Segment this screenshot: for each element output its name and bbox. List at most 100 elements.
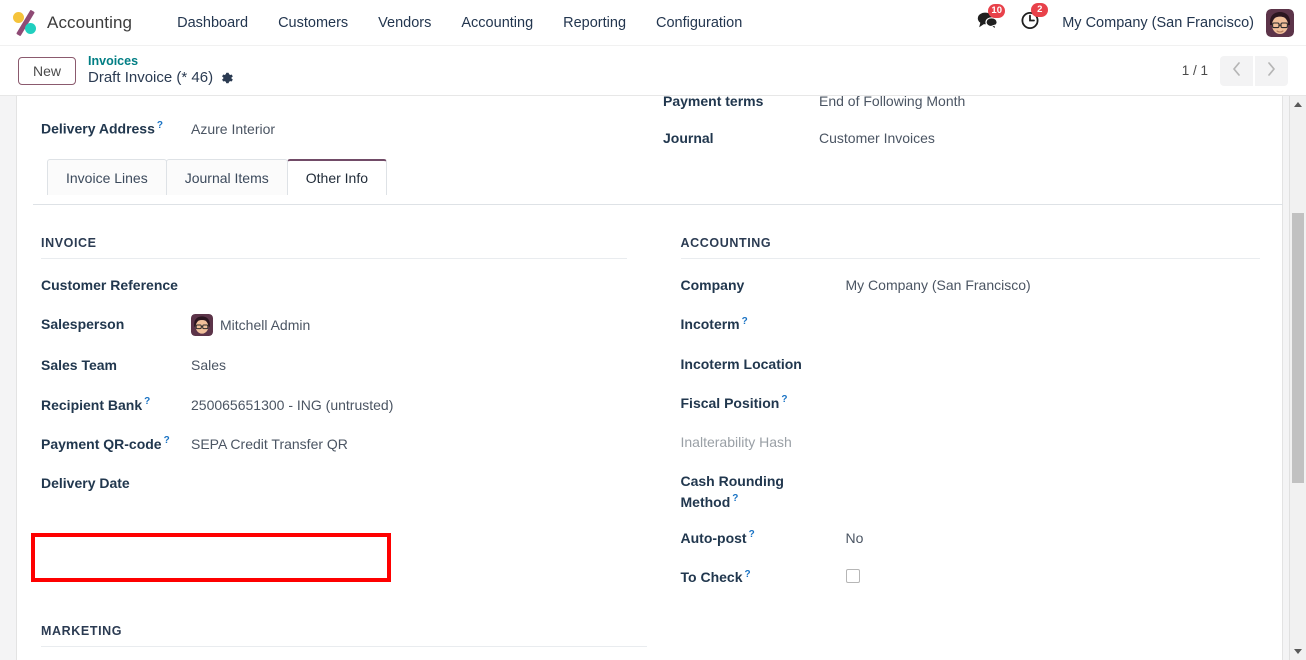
invoice-section-title: INVOICE [41, 236, 627, 259]
field-delivery-address-value[interactable]: Azure Interior [191, 121, 275, 137]
pager: 1 / 1 [1181, 55, 1306, 86]
breadcrumb-invoices-link[interactable]: Invoices [88, 54, 234, 69]
new-button[interactable]: New [18, 56, 77, 85]
marketing-section: MARKETING [41, 624, 647, 660]
field-journal-label: Journal [663, 130, 714, 146]
field-incoterm: Incoterm? [681, 314, 1261, 334]
field-payment-qr-code-label: Payment QR-code? [41, 435, 170, 452]
field-to-check-value [845, 567, 1261, 584]
gear-icon[interactable] [220, 71, 234, 85]
tab-divider [33, 204, 1283, 205]
menu-dashboard[interactable]: Dashboard [162, 15, 263, 31]
messages-icon[interactable]: 10 [977, 3, 1006, 35]
help-icon[interactable]: ? [781, 394, 787, 405]
field-customer-reference-label: Customer Reference [41, 277, 178, 293]
field-auto-post-value[interactable]: No [846, 528, 1261, 548]
user-avatar[interactable] [1266, 8, 1294, 37]
scrollbar-thumb[interactable] [1292, 213, 1304, 483]
field-payment-terms: Payment terms End of Following Month [663, 96, 965, 109]
field-payment-terms-label: Payment terms [663, 96, 764, 109]
accounting-column: ACCOUNTING Company My Company (San Franc… [651, 236, 1285, 607]
field-salesperson-text: Mitchell Admin [220, 317, 311, 334]
field-auto-post-label: Auto-post? [680, 529, 755, 547]
menu-reporting[interactable]: Reporting [548, 15, 641, 31]
company-switcher[interactable]: My Company (San Francisco) [1062, 15, 1254, 31]
field-to-check-label: To Check? [680, 568, 751, 586]
chevron-left-icon [1232, 62, 1241, 79]
field-incoterm-location-label: Incoterm Location [680, 355, 802, 372]
scroll-up-arrow-icon[interactable] [1290, 96, 1306, 113]
breadcrumb: Invoices Draft Invoice (* 46) [88, 54, 234, 86]
field-to-check: To Check? [681, 567, 1261, 587]
field-payment-qr-code: Payment QR-code? SEPA Credit Transfer QR [41, 434, 627, 454]
invoice-column: INVOICE Customer Reference Salesperson M… [17, 236, 651, 607]
tab-other-info[interactable]: Other Info [286, 159, 388, 195]
to-check-checkbox[interactable] [845, 569, 860, 584]
field-cash-rounding-method-label: Cash Rounding Method? [680, 473, 784, 510]
field-delivery-address: Delivery Address? Azure Interior [41, 120, 275, 137]
field-salesperson: Salesperson Mitchell Admin [41, 314, 627, 337]
tab-invoice-lines[interactable]: Invoice Lines [47, 159, 167, 195]
field-company-value[interactable]: My Company (San Francisco) [846, 275, 1261, 295]
chevron-right-icon [1267, 62, 1276, 79]
odoo-accounting-logo-icon [12, 9, 38, 36]
field-auto-post: Auto-post? No [681, 528, 1261, 548]
field-company: Company My Company (San Francisco) [681, 275, 1261, 295]
field-journal-value[interactable]: Customer Invoices [819, 130, 935, 146]
pager-count: 1 / 1 [1181, 63, 1208, 78]
field-incoterm-label: Incoterm? [680, 315, 748, 333]
field-delivery-date: Delivery Date [41, 473, 627, 493]
field-recipient-bank-value[interactable]: 250065651300 - ING (untrusted) [191, 395, 627, 415]
breadcrumb-current: Draft Invoice (* 46) [88, 69, 234, 87]
top-navbar: Accounting Dashboard Customers Vendors A… [0, 0, 1306, 46]
field-journal: Journal Customer Invoices [663, 130, 935, 146]
vertical-scrollbar[interactable] [1289, 96, 1306, 660]
field-delivery-date-label: Delivery Date [41, 475, 130, 492]
field-inalterability-hash: Inalterability Hash [681, 432, 1261, 452]
messages-count-badge: 10 [988, 3, 1006, 18]
menu-vendors[interactable]: Vendors [363, 15, 446, 31]
menu-configuration[interactable]: Configuration [641, 15, 757, 31]
help-icon[interactable]: ? [742, 316, 748, 327]
field-company-label: Company [680, 277, 745, 293]
menu-accounting[interactable]: Accounting [446, 15, 548, 31]
field-sales-team: Sales Team Sales [41, 355, 627, 375]
help-icon[interactable]: ? [144, 396, 150, 407]
mitchell-admin-avatar [191, 314, 213, 337]
menu-customers[interactable]: Customers [263, 15, 363, 31]
field-delivery-address-label: Delivery Address? [41, 120, 163, 137]
field-fiscal-position: Fiscal Position? [681, 393, 1261, 413]
notebook-tabs: Invoice Lines Journal Items Other Info [47, 158, 388, 195]
marketing-section-title: MARKETING [41, 624, 647, 647]
field-inalterability-hash-label: Inalterability Hash [680, 434, 792, 451]
activities-count-badge: 2 [1031, 3, 1049, 17]
main-menu: Dashboard Customers Vendors Accounting R… [162, 15, 757, 31]
field-incoterm-location: Incoterm Location [681, 354, 1261, 374]
activities-clock-icon[interactable]: 2 [1020, 3, 1049, 35]
control-panel: New Invoices Draft Invoice (* 46) 1 / 1 [0, 46, 1306, 96]
navbar-right: 10 2 My Company (San Francisco) [977, 3, 1306, 37]
field-sales-team-value[interactable]: Sales [191, 355, 627, 375]
scroll-down-arrow-icon[interactable] [1290, 643, 1306, 660]
breadcrumb-current-label: Draft Invoice (* 46) [88, 69, 214, 87]
help-icon[interactable]: ? [732, 493, 738, 504]
field-fiscal-position-label: Fiscal Position? [680, 394, 788, 411]
help-icon[interactable]: ? [157, 120, 163, 131]
tab-journal-items[interactable]: Journal Items [165, 159, 288, 195]
help-icon[interactable]: ? [744, 569, 750, 580]
pager-previous-button[interactable] [1220, 55, 1253, 86]
pager-next-button[interactable] [1255, 55, 1288, 86]
accounting-section-title: ACCOUNTING [680, 236, 1260, 259]
brand-area[interactable]: Accounting [0, 9, 133, 36]
field-salesperson-value[interactable]: Mitchell Admin [191, 314, 627, 337]
field-payment-terms-value[interactable]: End of Following Month [819, 96, 965, 109]
help-icon[interactable]: ? [749, 529, 755, 540]
field-salesperson-label: Salesperson [41, 316, 125, 333]
app-name: Accounting [47, 12, 133, 32]
field-payment-qr-code-value[interactable]: SEPA Credit Transfer QR [191, 434, 627, 454]
other-info-panel: INVOICE Customer Reference Salesperson M… [17, 236, 1284, 607]
form-scroll-area[interactable]: Delivery Address? Azure Interior Payment… [0, 96, 1306, 660]
field-sales-team-label: Sales Team [41, 357, 118, 374]
field-customer-reference: Customer Reference [41, 275, 627, 295]
help-icon[interactable]: ? [164, 435, 170, 446]
